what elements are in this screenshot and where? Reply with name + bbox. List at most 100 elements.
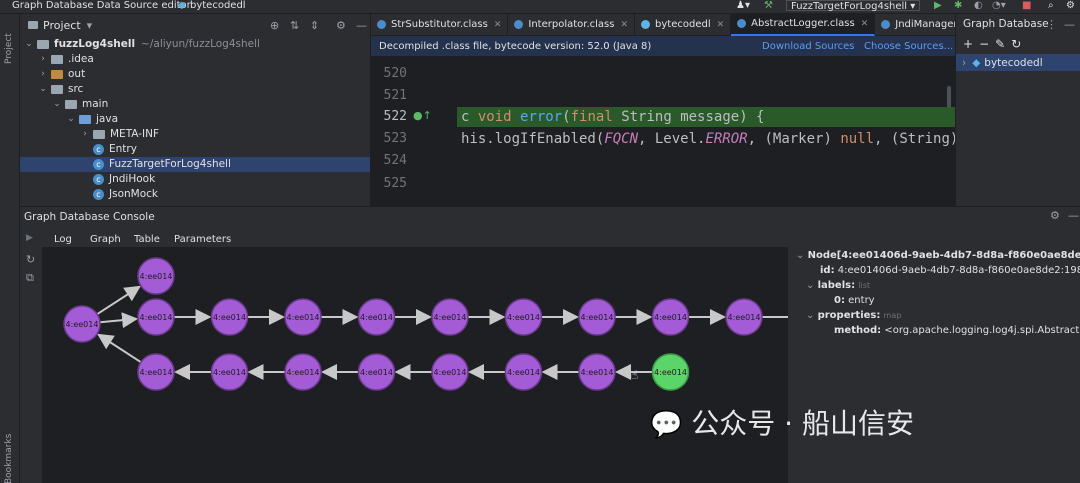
editor-scrollbar[interactable] (947, 86, 951, 108)
edit-icon[interactable]: ✎ (995, 37, 1011, 51)
tab-abstractlogger[interactable]: AbstractLogger.class ✕ (731, 14, 876, 36)
tab-interpolator[interactable]: Interpolator.class ✕ (508, 14, 636, 36)
override-gutter-icon[interactable]: ●↑ (413, 109, 432, 122)
graph-node[interactable]: 4:ee014 (357, 298, 396, 336)
chevron-down-icon[interactable]: ▾ (87, 19, 93, 32)
labels-row[interactable]: ⌄ labels: list (806, 280, 870, 291)
graph-node[interactable]: 4:ee014 (357, 353, 396, 391)
graph-canvas[interactable]: 4:ee014 4:ee014 4:ee014 4:ee014 4:ee014 4:ee0… (42, 247, 802, 483)
choose-sources-link[interactable]: Choose Sources... (864, 41, 953, 52)
graph-node[interactable]: 4:ee014 (284, 353, 322, 391)
gear-icon[interactable]: ⚙ (1050, 209, 1060, 222)
graph-node[interactable]: 4:ee014 (725, 298, 763, 336)
tab-jndimanager[interactable]: JndiManager.class✕ (875, 14, 955, 36)
tree-item-fuzztarget[interactable]: c FuzzTargetForLog4shell (20, 157, 370, 172)
graph-node[interactable]: 4:ee014 (210, 353, 249, 391)
user-icon[interactable]: ♟▾ (736, 0, 750, 11)
chevron-down-icon[interactable]: ⌄ (24, 37, 34, 52)
chevron-down-icon[interactable]: ⌄ (806, 280, 814, 291)
graph-node-selected[interactable]: 4:ee014 (651, 353, 690, 391)
chevron-right-icon[interactable]: › (962, 57, 966, 69)
graph-node[interactable]: 4:ee014 (210, 298, 249, 336)
profile-icon[interactable]: ◔▾ (992, 0, 1006, 11)
graph-node[interactable]: 4:ee014 (504, 298, 543, 336)
tree-item-out[interactable]: › out (38, 67, 85, 82)
project-header[interactable]: Project ▾ ⊕ ⇅ ⇕ ⚙ — (20, 14, 370, 36)
graph-node[interactable]: 4:ee014 (578, 298, 616, 336)
properties-row[interactable]: ⌄ properties: map (806, 310, 901, 321)
close-icon[interactable]: ✕ (861, 19, 869, 29)
tab-strsubstitutor[interactable]: StrSubstitutor.class ✕ (371, 14, 509, 36)
tree-item-root[interactable]: ⌄ fuzzLog4shell ~/aliyun/fuzzLog4shell (24, 37, 260, 52)
graph-node-label: 4:ee014 (654, 313, 687, 322)
run-icon[interactable]: ▶ (26, 233, 33, 243)
line-number: 523 (383, 131, 407, 146)
close-icon[interactable]: ✕ (494, 20, 502, 30)
add-icon[interactable]: + (963, 37, 979, 51)
minimize-icon[interactable]: — (1068, 209, 1079, 222)
graph-svg[interactable]: 4:ee014 4:ee014 4:ee014 4:ee014 4:ee014 4:ee0… (42, 247, 802, 483)
tree-item-idea[interactable]: › .idea (38, 52, 94, 67)
graph-node[interactable]: 4:ee014 (504, 353, 543, 391)
node-header-row[interactable]: ⌄ Node[4:ee01406d-9aeb-4db7-8d8a-f860e0a… (796, 250, 1080, 261)
tab-bytecodedl[interactable]: bytecodedl ✕ (635, 14, 732, 36)
settings-icon[interactable]: ⚙ (1066, 0, 1075, 11)
refresh-icon[interactable]: ↻ (26, 253, 35, 266)
chevron-right-icon[interactable]: › (38, 52, 48, 67)
run-config-select[interactable]: FuzzTargetForLog4shell ▾ (786, 0, 921, 12)
stop-icon[interactable]: ■ (1022, 0, 1031, 11)
tree-item-jsonmock[interactable]: c JsonMock (80, 187, 158, 202)
graph-node[interactable]: 4:ee014 (137, 257, 175, 295)
run-icon[interactable]: ▶ (934, 0, 942, 11)
graph-node[interactable]: 4:ee014 (578, 353, 616, 391)
hammer-icon[interactable]: ⚒ (764, 0, 773, 11)
locate-icon[interactable]: ⊕ (270, 19, 279, 32)
tree-item-bytecodedl[interactable]: › ◆ bytecodedl (956, 54, 1080, 71)
tab-label: Interpolator.class (528, 19, 615, 30)
chevron-down-icon[interactable]: ⌄ (52, 97, 62, 112)
remove-icon[interactable]: − (979, 37, 995, 51)
graph-node[interactable]: 4:ee014 (137, 353, 175, 391)
bookmarks-tool-tab[interactable]: Bookmarks (4, 434, 14, 483)
close-icon[interactable]: ✕ (620, 20, 628, 30)
properties-panel: ⌄ Node[4:ee01406d-9aeb-4db7-8d8a-f860e0a… (788, 247, 1080, 483)
tree-item-label: main (82, 98, 109, 110)
breadcrumb[interactable]: bytecodedl (190, 0, 246, 11)
chevron-down-icon[interactable]: ⌄ (66, 112, 76, 127)
project-tool-tab[interactable]: Project (4, 33, 14, 64)
graph-node[interactable]: 4:ee014 (284, 298, 322, 336)
chevron-down-icon[interactable]: ⌄ (38, 82, 48, 97)
chevron-down-icon[interactable]: ⌄ (796, 250, 804, 261)
collapse-all-icon[interactable]: ⇕ (310, 19, 319, 32)
tree-item-jndihook[interactable]: c JndiHook (80, 172, 155, 187)
root-path: ~/aliyun/fuzzLog4shell (141, 38, 260, 50)
tree-item-main[interactable]: ⌄ main (52, 97, 108, 112)
expand-all-icon[interactable]: ⇅ (290, 19, 299, 32)
coverage-icon[interactable]: ◐ (974, 0, 983, 11)
chevron-right-icon[interactable]: › (80, 127, 90, 142)
download-sources-link[interactable]: Download Sources (762, 41, 854, 52)
tree-item-meta-inf[interactable]: › META-INF (80, 127, 159, 142)
minimize-icon[interactable]: — (1064, 18, 1075, 31)
close-icon[interactable]: ✕ (717, 20, 725, 30)
refresh-icon[interactable]: ↻ (1011, 37, 1027, 51)
tree-item-java[interactable]: ⌄ java (66, 112, 118, 127)
graph-node[interactable]: 4:ee014 (431, 353, 469, 391)
tree-item-src[interactable]: ⌄ src (38, 82, 83, 97)
chevron-down-icon[interactable]: ⌄ (806, 310, 814, 321)
graph-node[interactable]: 4:ee014 (651, 298, 690, 336)
debug-icon[interactable]: ✱ (954, 0, 962, 11)
tree-item-entry[interactable]: c Entry (80, 142, 137, 157)
chevron-right-icon[interactable]: › (38, 67, 48, 82)
minimize-icon[interactable]: — (356, 19, 367, 32)
copy-icon[interactable]: ⧉ (26, 271, 34, 285)
class-icon (514, 20, 524, 29)
graph-node-label: 4:ee014 (140, 368, 173, 377)
graph-node[interactable]: 4:ee014 (63, 305, 101, 343)
graph-node[interactable]: 4:ee014 (137, 298, 175, 336)
more-icon[interactable]: ⋮ (1046, 18, 1057, 31)
search-icon[interactable]: ⌕ (1048, 0, 1054, 11)
graph-node[interactable]: 4:ee014 (431, 298, 469, 336)
gear-icon[interactable]: ⚙ (336, 19, 346, 32)
folder-icon (65, 100, 77, 109)
